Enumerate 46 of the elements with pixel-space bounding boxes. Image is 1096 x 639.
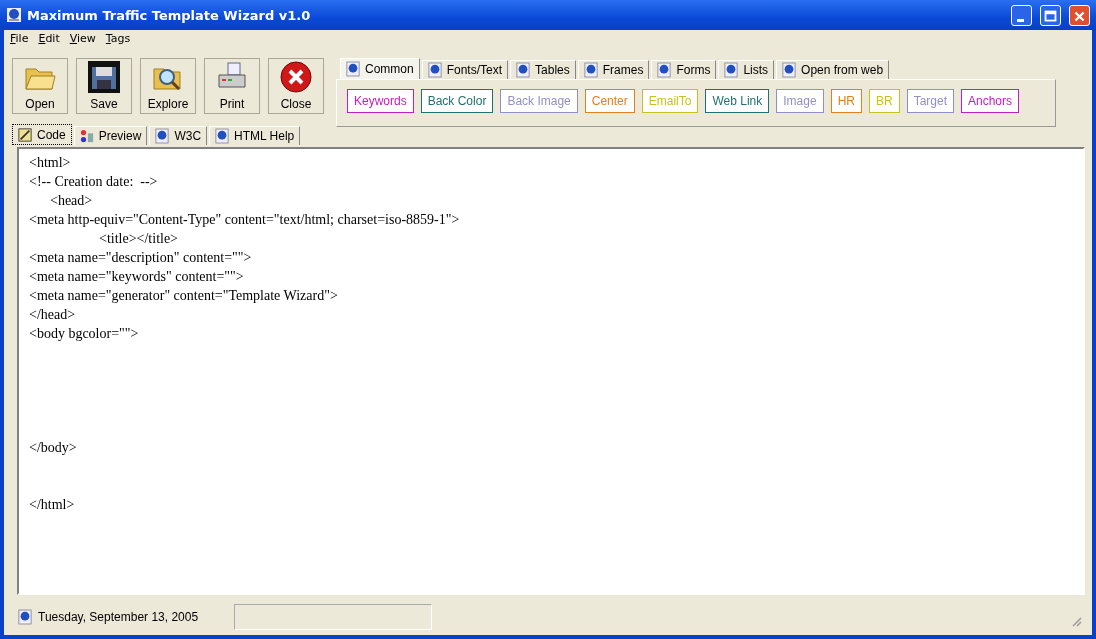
globe-icon	[427, 62, 442, 78]
globe-icon	[18, 609, 32, 625]
globe-icon	[724, 62, 739, 78]
menu-item[interactable]: Tags	[105, 32, 131, 48]
globe-icon	[516, 62, 531, 78]
status-date: Tuesday, September 13, 2005	[38, 610, 199, 624]
window-title: Maximum Traffic Template Wizard v1.0	[27, 7, 311, 23]
maximize-button[interactable]	[1040, 4, 1061, 26]
tag-category-tab[interactable]: Forms	[651, 60, 717, 79]
tag-button[interactable]: Web Link	[705, 89, 770, 113]
tag-button[interactable]: Keywords	[347, 89, 414, 113]
tag-category-tab[interactable]: Open from web	[776, 60, 890, 79]
globe-icon	[215, 128, 230, 144]
toolbar-button[interactable]: Print	[204, 58, 260, 114]
menu-item[interactable]: Edit	[38, 32, 60, 48]
shapes-icon	[79, 128, 94, 144]
editor-tab[interactable]: HTML Help	[209, 126, 301, 145]
tag-category-tab[interactable]: Lists	[718, 60, 775, 79]
html-code: <html> <!-- Creation date: --> <head> <meta http-equiv="Content-Type" content="text/html; charset=iso-8859-1"> <title></title> <meta name="description" content=""> <meta name="keywords" content=""> <meta name="generator" content="Template Wizard"> </head> <body bgcolor=""> </body> </html>	[28, 154, 461, 514]
tag-category-tab[interactable]: Common	[340, 58, 420, 79]
resize-grip-icon[interactable]	[1070, 615, 1082, 627]
toolbar-button[interactable]: Save	[76, 58, 132, 114]
tag-category-tab[interactable]: Fonts/Text	[421, 60, 509, 79]
globe-icon	[155, 128, 170, 144]
toolbar-button[interactable]: Explore	[140, 58, 196, 114]
close-button[interactable]	[1069, 4, 1090, 26]
menu-item[interactable]: View	[69, 32, 96, 48]
editor-tab[interactable]: W3C	[149, 126, 208, 145]
toolbar-button[interactable]: Close	[268, 58, 324, 114]
globe-icon	[657, 62, 672, 78]
editor-tab[interactable]: Preview	[73, 126, 148, 145]
minimize-button[interactable]	[1011, 4, 1032, 26]
tag-button[interactable]: Anchors	[961, 89, 1020, 113]
globe-icon	[583, 62, 598, 78]
editor-tab[interactable]: Code	[12, 124, 72, 145]
pencil-icon	[18, 126, 32, 143]
toolbar-button[interactable]: Open	[12, 58, 68, 114]
globe-icon	[346, 61, 360, 77]
minimize-icon	[1017, 18, 1024, 22]
tag-button[interactable]: Back Color	[420, 89, 494, 113]
close-icon	[280, 61, 312, 93]
menu-item[interactable]: File	[10, 32, 29, 48]
globe-icon	[7, 8, 21, 22]
tag-category-tab[interactable]: Tables	[510, 60, 576, 79]
globe-icon	[782, 62, 797, 78]
tag-category-tab[interactable]: Frames	[577, 60, 650, 79]
